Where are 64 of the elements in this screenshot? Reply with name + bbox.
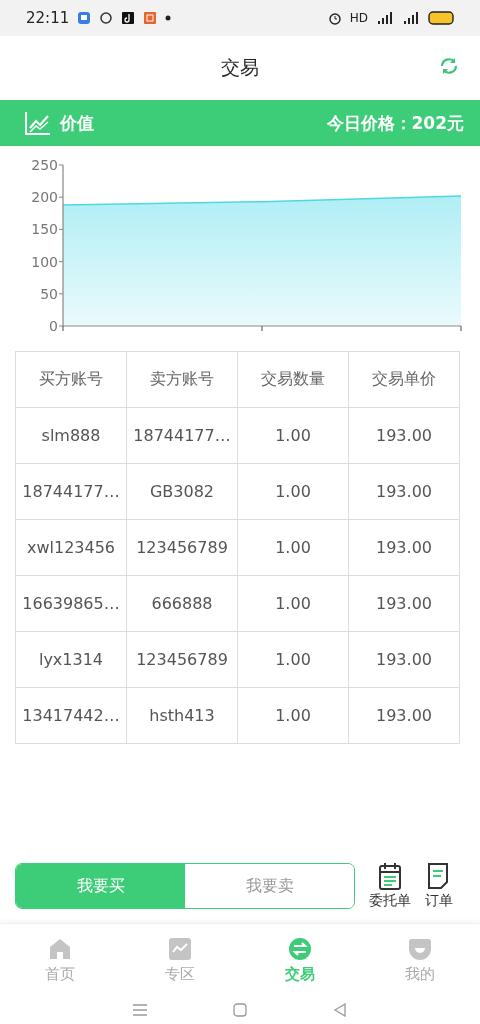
signal-icon	[376, 11, 394, 25]
column-header: 交易单价	[348, 351, 460, 408]
menu-link[interactable]: 委托单	[369, 862, 411, 910]
table-cell: 18744177…	[15, 463, 127, 520]
table-cell: 1.00	[237, 519, 349, 576]
home-button-icon[interactable]	[233, 1003, 247, 1017]
table-cell: hsth413	[126, 687, 238, 744]
back-icon[interactable]	[333, 1003, 347, 1017]
table-cell: 18744177…	[126, 407, 238, 464]
table-cell: 1.00	[237, 575, 349, 632]
table-cell: 1.00	[237, 407, 349, 464]
swap-icon	[288, 936, 312, 961]
table-cell: 16639865…	[15, 575, 127, 632]
table-cell: 123456789	[126, 519, 238, 576]
table-cell: xwl123456	[15, 519, 127, 576]
table-cell: 1.00	[237, 687, 349, 744]
y-tick-label: 200	[31, 189, 58, 206]
trade-toggle-button[interactable]: 我要买	[16, 864, 185, 908]
table-cell: 193.00	[348, 463, 460, 520]
table-cell: lyx1314	[15, 631, 127, 688]
y-tick-label: 250	[31, 157, 58, 173]
table-cell: 193.00	[348, 631, 460, 688]
table-cell: 193.00	[348, 687, 460, 744]
column-header: 交易数量	[237, 351, 349, 408]
menu-link[interactable]: 订单	[425, 862, 453, 910]
y-tick-label: 50	[40, 285, 58, 302]
notification-dot-icon	[165, 15, 172, 21]
hd-indicator: HD	[349, 11, 368, 25]
table-cell: 193.00	[348, 575, 460, 632]
table-cell: slm888	[15, 407, 127, 464]
table-cell: 193.00	[348, 407, 460, 464]
calendar-icon	[377, 862, 403, 890]
y-tick-label: 100	[31, 253, 58, 270]
section-title: 价值	[60, 111, 94, 135]
table-cell: 123456789	[126, 631, 238, 688]
page-title: 交易	[221, 55, 259, 80]
today-price: 今日价格：202元	[326, 111, 464, 135]
battery-icon	[428, 11, 454, 25]
status-time: 22:11	[26, 9, 70, 27]
table-cell: GB3082	[126, 463, 238, 520]
alarm-icon	[327, 11, 342, 25]
y-tick-label: 150	[31, 221, 58, 238]
line-chart-icon	[24, 110, 52, 136]
table-cell: 1.00	[237, 463, 349, 520]
refresh-icon[interactable]	[440, 58, 458, 76]
tab[interactable]: 专区	[120, 924, 240, 996]
table-cell: 666888	[126, 575, 238, 632]
home-icon	[48, 936, 72, 961]
column-header: 卖方账号	[126, 351, 238, 408]
tab[interactable]: 我的	[360, 924, 480, 996]
app-icon	[143, 11, 158, 25]
signal-icon	[402, 11, 420, 25]
tab[interactable]: 交易	[240, 924, 360, 996]
app-icon	[77, 11, 92, 25]
table-cell: 1.00	[237, 631, 349, 688]
tab[interactable]: 首页	[0, 924, 120, 996]
music-app-icon	[121, 11, 136, 25]
y-tick-label: 0	[49, 318, 58, 334]
column-header: 买方账号	[15, 351, 127, 408]
table-cell: 13417442…	[15, 687, 127, 744]
profile-icon	[408, 936, 432, 961]
menu-icon[interactable]	[133, 1003, 147, 1017]
chart-icon	[168, 936, 192, 961]
table-cell: 193.00	[348, 519, 460, 576]
